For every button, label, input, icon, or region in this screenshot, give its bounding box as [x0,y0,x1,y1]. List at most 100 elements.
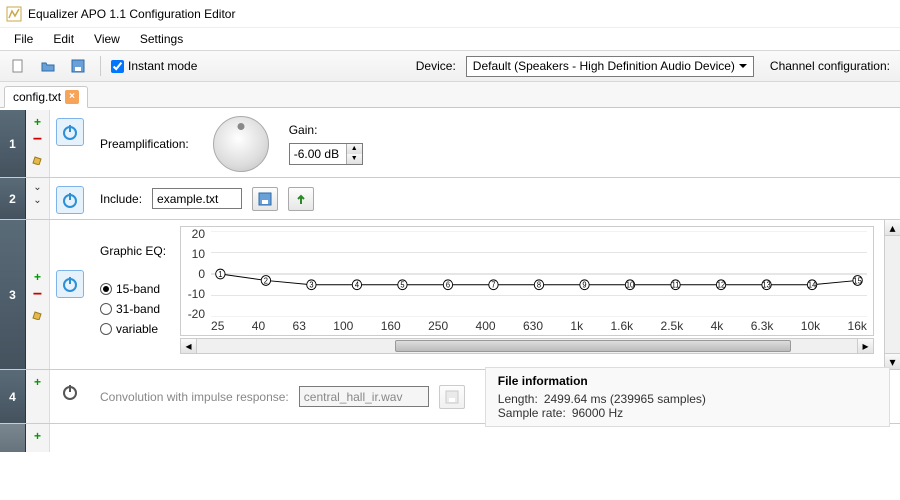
svg-text:4: 4 [355,281,360,290]
vertical-scrollbar[interactable]: ▴ ▾ [884,220,900,369]
device-value: Default (Speakers - High Definition Audi… [473,59,735,73]
include-label: Include: [100,192,142,206]
svg-text:6: 6 [446,281,450,290]
add-icon[interactable]: + [30,269,46,285]
row-number [0,424,26,452]
horizontal-scrollbar[interactable]: ◂ ▸ [180,338,874,354]
svg-text:8: 8 [537,281,541,290]
svg-text:15: 15 [853,276,861,285]
power-button[interactable] [56,118,84,146]
menu-edit[interactable]: Edit [43,30,84,48]
browse-ir-button[interactable] [439,385,465,409]
radio-31-band[interactable]: 31-band [100,302,166,316]
row-ops: + [26,370,50,423]
power-button[interactable] [56,270,84,298]
chevron-down-icon[interactable]: ⌄ [33,195,41,206]
close-icon[interactable]: × [65,90,79,104]
row-number: 1 [0,110,26,177]
svg-text:9: 9 [582,281,586,290]
file-sample-rate: 96000 Hz [572,406,623,420]
radio-15-band[interactable]: 15-band [100,282,166,296]
include-file-input[interactable] [152,188,242,209]
edit-icon[interactable] [30,150,46,166]
chevron-down-icon[interactable]: ⌄ [33,182,41,193]
row-ops: + − [26,220,50,369]
gain-knob[interactable] [213,116,269,172]
scrollbar-thumb[interactable] [395,340,791,352]
remove-icon[interactable]: − [30,287,46,303]
device-label: Device: [416,59,456,73]
gain-label: Gain: [289,123,363,137]
svg-text:2: 2 [264,276,268,285]
power-button[interactable] [56,186,84,214]
save-file-button[interactable] [66,54,90,78]
instant-mode-label: Instant mode [128,59,197,73]
svg-text:7: 7 [491,281,495,290]
add-icon[interactable]: + [30,374,46,390]
instant-mode-input[interactable] [111,60,124,73]
row-preamp: 1 + − Preamplification: Gain: ▲▼ [0,110,900,178]
save-include-button[interactable] [252,187,278,211]
open-file-button[interactable] [36,54,60,78]
preamp-label: Preamplification: [100,137,189,151]
remove-icon[interactable]: − [30,132,46,148]
load-include-button[interactable] [288,187,314,211]
row-number: 2 [0,178,26,219]
app-icon [6,6,22,22]
ir-file-input [299,386,429,407]
gain-input[interactable] [290,144,346,164]
convolution-label: Convolution with impulse response: [100,390,289,404]
svg-text:11: 11 [672,281,680,290]
tab-config[interactable]: config.txt × [4,86,88,108]
svg-text:5: 5 [400,281,404,290]
menu-view[interactable]: View [84,30,130,48]
toolbar: Instant mode Device: Default (Speakers -… [0,50,900,82]
file-info-panel: File information Length:2499.64 ms (2399… [485,367,890,427]
svg-text:13: 13 [762,281,770,290]
spin-up-icon[interactable]: ▲ [347,144,362,154]
add-icon[interactable]: + [30,114,46,130]
add-icon[interactable]: + [30,428,46,444]
new-file-button[interactable] [6,54,30,78]
spin-down-icon[interactable]: ▼ [347,154,362,164]
row-ops: + [26,424,50,452]
row-ops: + − [26,110,50,177]
separator [100,56,101,76]
scroll-up-icon[interactable]: ▴ [885,220,900,236]
eq-chart[interactable]: 20100-10-20 123456789101112131415 254063… [180,226,874,336]
svg-text:3: 3 [309,281,313,290]
filter-rows: 1 + − Preamplification: Gain: ▲▼ 2 [0,110,900,500]
row-add: + [0,424,900,452]
device-combobox[interactable]: Default (Speakers - High Definition Audi… [466,56,754,77]
row-number: 3 [0,220,26,369]
tabbar: config.txt × [0,82,900,108]
row-graphic-eq: 3 + − Graphic EQ: 15-band 31-band variab… [0,220,900,370]
scroll-right-icon[interactable]: ▸ [857,339,873,353]
eq-options: Graphic EQ: 15-band 31-band variable [100,226,166,336]
svg-text:14: 14 [808,281,817,290]
window-title: Equalizer APO 1.1 Configuration Editor [28,7,235,21]
radio-variable[interactable]: variable [100,322,166,336]
gain-spinner[interactable]: ▲▼ [289,143,363,165]
svg-text:10: 10 [626,281,634,290]
row-include: 2 ⌄ ⌄ Include: [0,178,900,220]
menubar: File Edit View Settings [0,28,900,50]
svg-text:1: 1 [218,270,222,279]
menu-file[interactable]: File [4,30,43,48]
scroll-left-icon[interactable]: ◂ [181,339,197,353]
titlebar: Equalizer APO 1.1 Configuration Editor [0,0,900,28]
edit-icon[interactable] [30,305,46,321]
power-button[interactable] [56,378,84,406]
file-info-header: File information [498,374,877,388]
menu-settings[interactable]: Settings [130,30,193,48]
channel-config-label: Channel configuration: [770,59,890,73]
row-ops: ⌄ ⌄ [26,178,50,219]
graphic-eq-label: Graphic EQ: [100,244,166,258]
eq-chart-wrap: 20100-10-20 123456789101112131415 254063… [176,226,874,354]
x-axis-labels: 2540631001602504006301k1.6k2.5k4k6.3k10k… [211,319,867,333]
instant-mode-checkbox[interactable]: Instant mode [111,59,197,73]
row-number: 4 [0,370,26,423]
svg-text:12: 12 [717,281,725,290]
y-axis-labels: 20100-10-20 [179,227,205,321]
file-length: 2499.64 ms (239965 samples) [544,392,706,406]
